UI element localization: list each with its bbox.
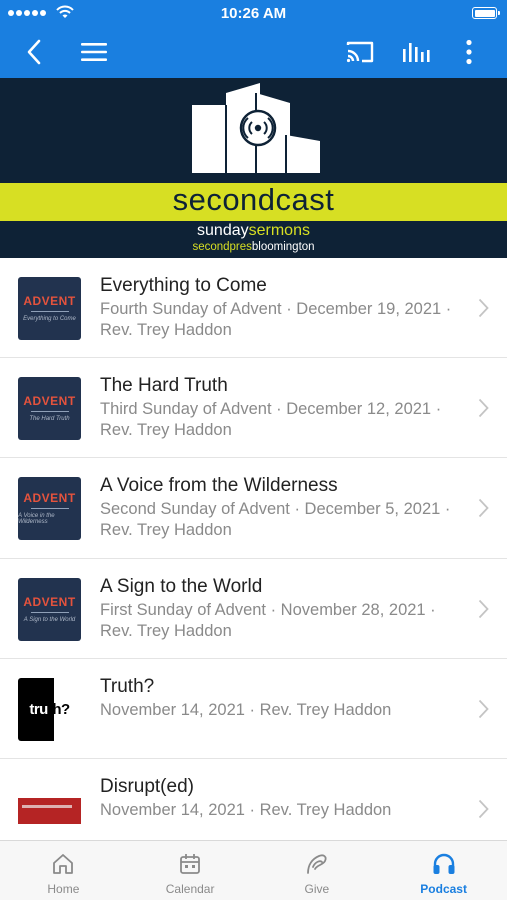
equalizer-button[interactable] <box>394 26 438 78</box>
chevron-right-icon <box>478 399 489 418</box>
chevron-right-icon <box>478 298 489 318</box>
hamburger-menu-icon <box>81 43 107 61</box>
episode-row[interactable]: ADVENT The Hard Truth The Hard Truth Thi… <box>0 358 507 459</box>
episode-artwork: ADVENT A Voice in the Wilderness <box>18 477 81 541</box>
calendar-icon <box>180 854 201 874</box>
bottom-tab-bar: Home Calendar Give Podcast <box>0 840 507 900</box>
episode-meta: Second Sunday of Advent · December 5, 20… <box>100 500 451 540</box>
more-vertical-icon <box>466 39 472 65</box>
back-button[interactable] <box>14 26 54 78</box>
home-icon <box>53 854 74 874</box>
chevron-right-icon <box>478 699 489 718</box>
status-bar: 10:26 AM <box>0 0 507 26</box>
episode-artwork: truth? <box>18 677 81 741</box>
headphones-icon <box>433 853 455 874</box>
tab-label: Calendar <box>165 882 215 896</box>
chevron-right-icon <box>478 799 489 819</box>
app-bar <box>0 26 507 78</box>
episode-row[interactable]: ADVENT A Voice in the Wilderness A Voice… <box>0 458 507 559</box>
episode-meta: November 14, 2021 · Rev. Trey Haddon <box>100 700 392 719</box>
episode-meta: First Sunday of Advent · November 28, 20… <box>100 600 436 640</box>
episode-list: ADVENT Everything to Come Everything to … <box>0 258 507 840</box>
cast-icon <box>346 41 374 63</box>
episode-title: The Hard Truth <box>100 375 228 397</box>
tab-calendar[interactable]: Calendar <box>127 841 254 900</box>
episode-meta: Third Sunday of Advent · December 12, 20… <box>100 400 442 440</box>
podcast-banner: secondcast sundaysermons secondpresbloom… <box>0 78 507 258</box>
tab-label: Podcast <box>420 882 467 896</box>
tab-label: Give <box>304 882 330 896</box>
episode-meta: November 14, 2021 · Rev. Trey Haddon <box>100 800 392 819</box>
episode-title: Everything to Come <box>100 275 267 296</box>
church-building-logo-icon <box>192 83 320 173</box>
episode-artwork: ADVENT The Hard Truth <box>18 377 81 441</box>
tab-podcast[interactable]: Podcast <box>380 841 507 900</box>
episode-title: Truth? <box>100 675 155 697</box>
give-icon <box>306 854 327 874</box>
cast-button[interactable] <box>338 26 382 78</box>
more-options-button[interactable] <box>452 26 486 78</box>
chevron-left-icon <box>27 39 41 65</box>
episode-artwork: ADVENT Everything to Come <box>18 277 81 340</box>
episode-meta: Fourth Sunday of Advent · December 19, 2… <box>100 300 452 339</box>
episode-title: A Voice from the Wilderness <box>100 475 338 497</box>
banner-title: secondcast <box>172 182 335 217</box>
banner-tagline: secondpresbloomington <box>192 241 315 253</box>
battery-icon <box>472 7 500 19</box>
episode-artwork: ADVENT A Sign to the World <box>18 577 81 641</box>
chevron-right-icon <box>478 599 489 618</box>
episode-title: Disrupt(ed) <box>100 775 194 797</box>
episode-row[interactable]: truth? Truth? November 14, 2021 · Rev. T… <box>0 659 507 759</box>
tab-label: Home <box>47 882 80 896</box>
status-time: 10:26 AM <box>220 5 287 22</box>
episode-title: A Sign to the World <box>100 575 263 597</box>
episode-row[interactable]: ADVENT A Sign to the World A Sign to the… <box>0 559 507 659</box>
tab-home[interactable]: Home <box>0 841 127 900</box>
episode-row[interactable]: Disrupt(ed) November 14, 2021 · Rev. Tre… <box>0 759 507 840</box>
equalizer-icon <box>403 43 430 62</box>
episode-artwork <box>18 777 81 840</box>
episode-row[interactable]: ADVENT Everything to Come Everything to … <box>0 258 507 359</box>
chevron-right-icon <box>478 499 489 518</box>
tab-give[interactable]: Give <box>254 841 381 900</box>
menu-button[interactable] <box>72 26 116 78</box>
banner-subtitle: sundaysermons <box>197 222 310 239</box>
